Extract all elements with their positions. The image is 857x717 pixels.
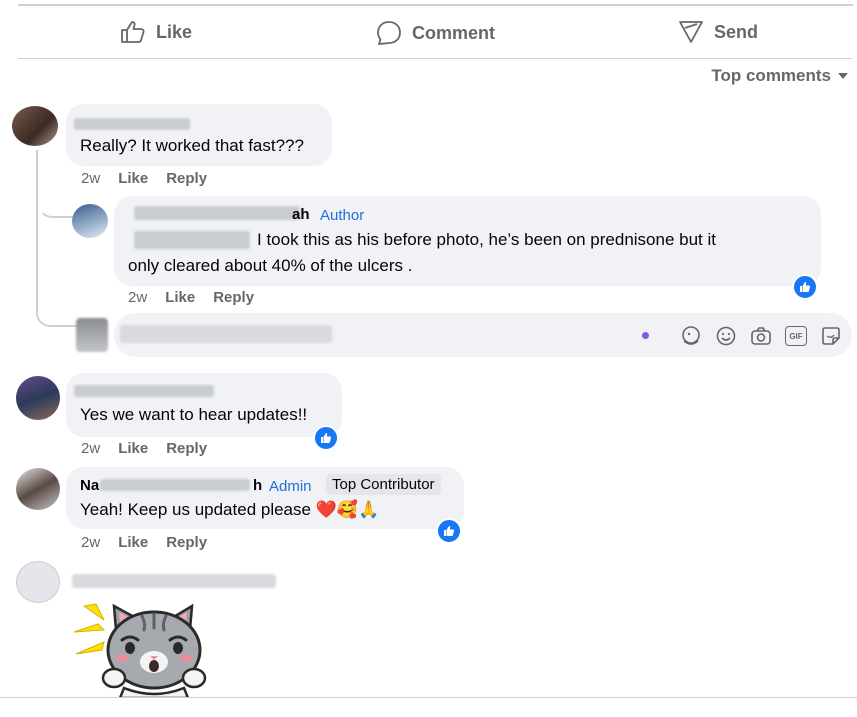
redacted-author-name[interactable] xyxy=(134,206,300,220)
comment-time[interactable]: 2w xyxy=(128,289,147,306)
comment-reply-button[interactable]: Reply xyxy=(166,170,207,187)
sticker-icon[interactable] xyxy=(820,325,842,347)
emoji-icon[interactable] xyxy=(715,325,737,347)
redacted-author-name[interactable] xyxy=(100,479,250,491)
action-divider xyxy=(18,58,852,59)
author-badge[interactable]: Author xyxy=(320,207,364,224)
redacted-author-name[interactable] xyxy=(74,118,190,130)
comment-label: Comment xyxy=(412,22,496,43)
comment-like-button[interactable]: Like xyxy=(118,440,148,457)
top-contributor-badge[interactable]: Top Contributor xyxy=(326,474,441,495)
comment-reply-button[interactable]: Reply xyxy=(213,289,254,306)
status-dot-icon xyxy=(642,332,649,339)
comment-bubble: Yes we want to hear updates!! xyxy=(66,373,342,437)
comment-meta: 2w Like Reply xyxy=(81,534,207,551)
avatar[interactable] xyxy=(16,561,60,603)
avatar-sticker-icon[interactable] xyxy=(680,325,702,347)
redacted-author-name[interactable] xyxy=(74,385,214,397)
redacted-author-name[interactable] xyxy=(72,574,276,588)
send-label: Send xyxy=(714,21,759,42)
comment-text-wrap: Yeah! Keep us updated please ❤️🥰🙏 xyxy=(80,497,379,523)
send-icon xyxy=(679,21,703,43)
author-name-fragment[interactable]: Na xyxy=(80,477,99,494)
comment-time[interactable]: 2w xyxy=(81,170,100,187)
reaction-like-badge[interactable] xyxy=(313,425,339,451)
sort-label: Top comments xyxy=(711,66,831,85)
avatar[interactable] xyxy=(12,106,58,146)
caret-down-icon xyxy=(838,73,848,79)
comment-like-button[interactable]: Like xyxy=(165,289,195,306)
avatar[interactable] xyxy=(16,468,60,510)
comment-reply-button[interactable]: Reply xyxy=(166,534,207,551)
redacted-mention[interactable] xyxy=(134,231,250,249)
comment-like-button[interactable]: Like xyxy=(118,534,148,551)
comment-meta: 2w Like Reply xyxy=(128,289,254,306)
avatar[interactable] xyxy=(72,204,108,238)
comment-time[interactable]: 2w xyxy=(81,440,100,457)
avatar xyxy=(76,318,108,352)
author-name-fragment[interactable]: h xyxy=(253,477,262,494)
like-label: Like xyxy=(156,21,193,42)
bottom-divider xyxy=(0,697,857,698)
send-action-button[interactable]: Send xyxy=(678,20,758,44)
thread-branch xyxy=(38,200,76,218)
comment-meta: 2w Like Reply xyxy=(81,170,207,187)
thumbs-up-icon xyxy=(444,526,455,536)
camera-icon[interactable] xyxy=(750,325,772,347)
cat-sticker[interactable] xyxy=(70,600,210,698)
comment-text: Really? It worked that fast??? xyxy=(80,136,304,155)
reply-input-field[interactable]: GIF xyxy=(114,313,852,357)
emoji-reactions: ❤️🥰🙏 xyxy=(315,500,380,519)
comment-text-line2: only cleared about 40% of the ulcers . xyxy=(128,256,413,275)
gif-icon[interactable]: GIF xyxy=(785,326,807,346)
admin-badge[interactable]: Admin xyxy=(269,478,312,495)
avatar[interactable] xyxy=(16,376,60,420)
comment-like-button[interactable]: Like xyxy=(118,170,148,187)
comment-time[interactable]: 2w xyxy=(81,534,100,551)
comment-text-line1: I took this as his before photo, he’s be… xyxy=(257,230,716,249)
gif-label: GIF xyxy=(789,331,803,341)
comment-bubble: ah Author I took this as his before phot… xyxy=(114,196,821,286)
reaction-like-badge[interactable] xyxy=(436,518,462,544)
reaction-like-badge[interactable] xyxy=(792,274,818,300)
comment-text: Yeah! Keep us updated please xyxy=(80,500,311,519)
like-action-button[interactable]: Like xyxy=(120,20,192,44)
author-name-fragment[interactable]: ah xyxy=(292,206,310,223)
comment-bubble: Na h Admin Top Contributor Yeah! Keep us… xyxy=(66,467,464,529)
comment-meta: 2w Like Reply xyxy=(81,440,207,457)
comment-text: Yes we want to hear updates!! xyxy=(80,405,308,424)
redacted-placeholder xyxy=(120,325,332,343)
comment-action-button[interactable]: Comment xyxy=(376,20,495,46)
thumbs-up-icon xyxy=(800,282,811,292)
top-divider xyxy=(18,4,853,6)
comment-bubble: Really? It worked that fast??? xyxy=(66,104,332,166)
comment-icon xyxy=(377,21,401,45)
thread-line xyxy=(36,150,78,327)
sort-comments-dropdown[interactable]: Top comments xyxy=(711,66,849,86)
thumbs-up-icon xyxy=(321,433,332,443)
thumbs-up-icon xyxy=(121,21,145,43)
comment-reply-button[interactable]: Reply xyxy=(166,440,207,457)
